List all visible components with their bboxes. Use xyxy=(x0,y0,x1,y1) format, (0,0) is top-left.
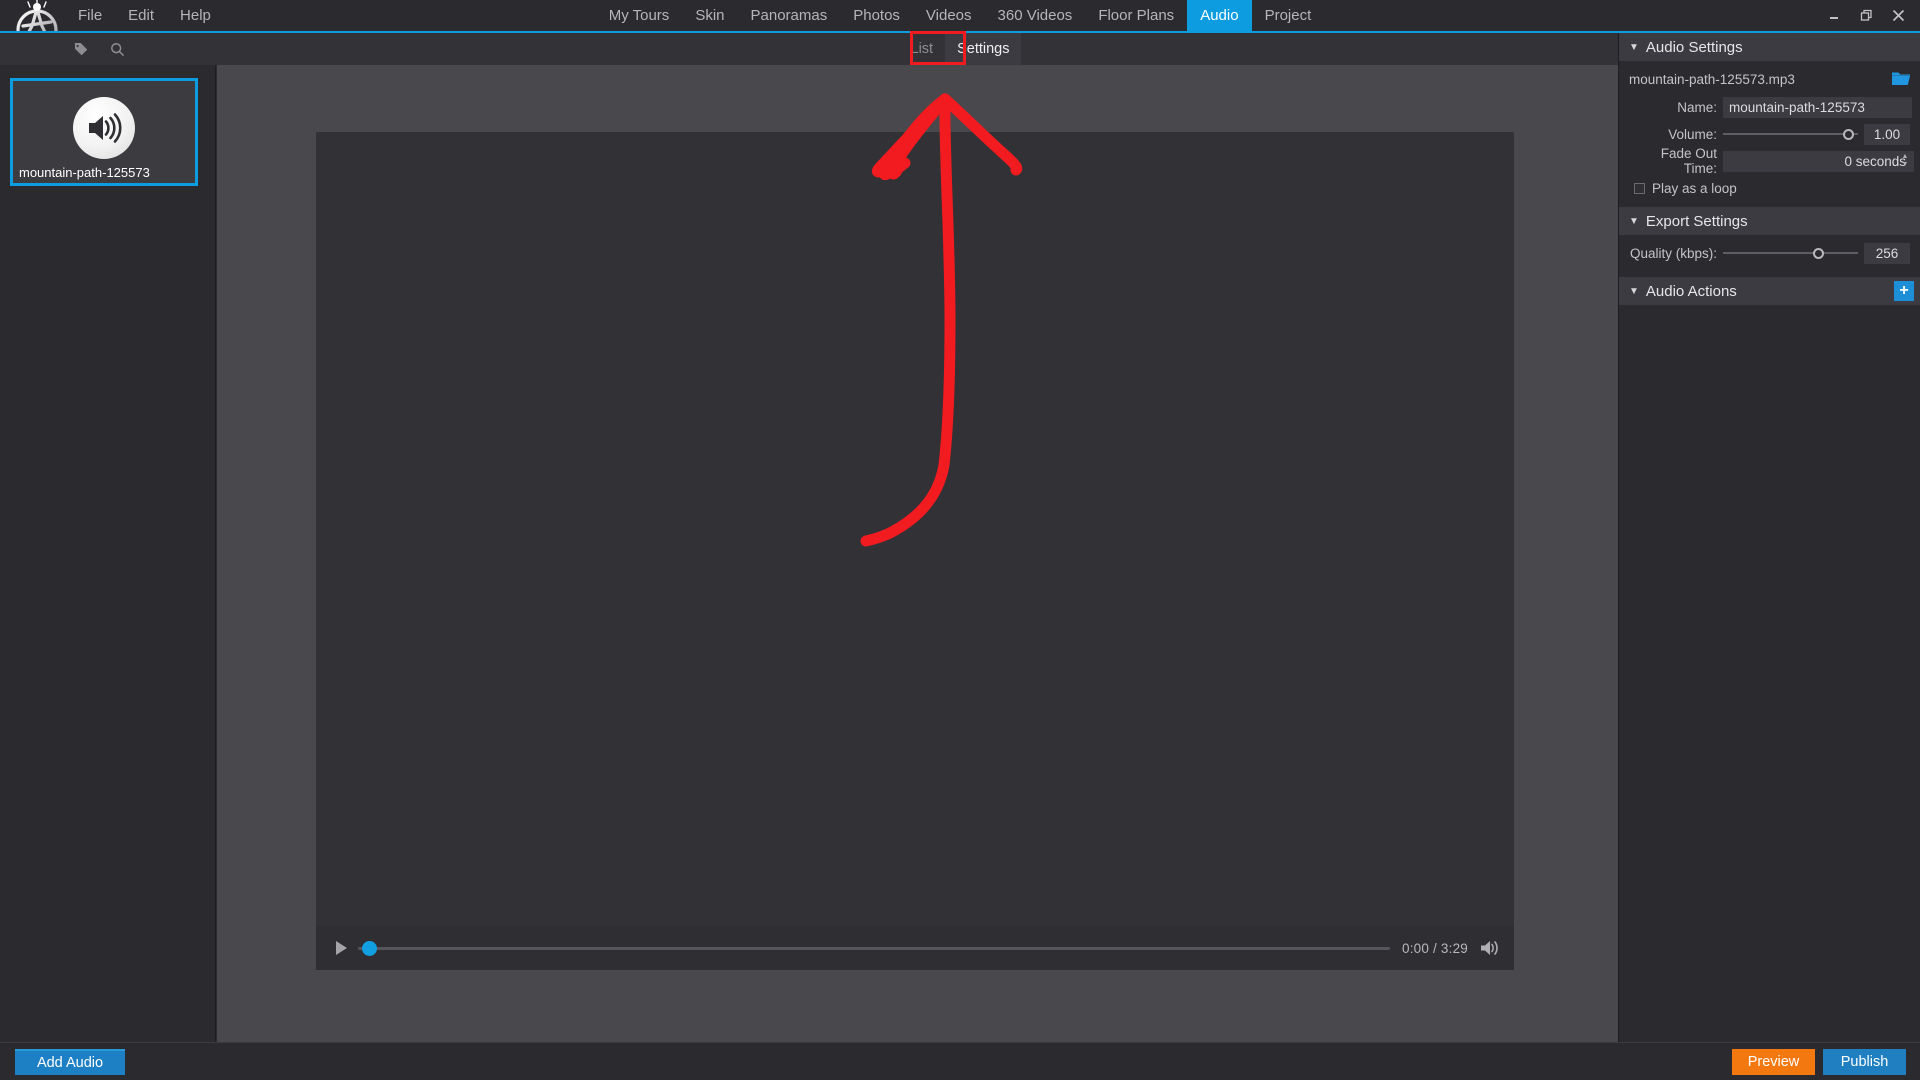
volume-label: Volume: xyxy=(1668,126,1717,142)
volume-icon[interactable] xyxy=(1478,936,1502,960)
volume-slider-track xyxy=(1723,133,1858,135)
folder-open-icon[interactable] xyxy=(1892,71,1910,87)
quality-slider[interactable] xyxy=(1723,243,1858,264)
volume-slider-handle[interactable] xyxy=(1842,128,1854,140)
quality-field-row: Quality (kbps): 256 xyxy=(1629,242,1910,264)
preview-button[interactable]: Preview xyxy=(1732,1049,1815,1075)
section-title: Export Settings xyxy=(1645,212,1748,230)
list-item-label: mountain-path-125573 xyxy=(19,165,150,180)
volume-field-row: Volume: 1.00 xyxy=(1629,123,1910,145)
volume-slider[interactable] xyxy=(1723,124,1858,145)
play-as-loop-row[interactable]: Play as a loop xyxy=(1629,177,1910,199)
chevron-down-icon[interactable]: ▼ xyxy=(1902,161,1909,169)
close-icon[interactable] xyxy=(1882,0,1914,31)
fade-out-label: Fade Out Time: xyxy=(1660,146,1717,176)
seek-handle[interactable] xyxy=(362,940,377,956)
quality-label: Quality (kbps): xyxy=(1629,245,1717,261)
play-as-loop-checkbox[interactable] xyxy=(1634,182,1645,194)
audio-player-panel: 0:00 / 3:29 xyxy=(316,132,1514,970)
fade-out-field-row: Fade Out Time: ▲ ▼ xyxy=(1629,146,1914,176)
chevron-up-icon[interactable]: ▲ xyxy=(1902,153,1909,161)
section-body-audio-settings: mountain-path-125573.mp3 Name: Volume: 1… xyxy=(1619,61,1920,207)
tab-photos[interactable]: Photos xyxy=(840,0,913,31)
audio-file-row: mountain-path-125573.mp3 xyxy=(1629,68,1910,90)
properties-panel: ▼ Audio Settings mountain-path-125573.mp… xyxy=(1618,33,1920,1042)
publish-button[interactable]: Publish xyxy=(1823,1049,1906,1075)
window-controls xyxy=(1818,0,1914,31)
seek-track xyxy=(358,946,1390,950)
bottom-toolbar: Add Audio Preview Publish xyxy=(0,1042,1920,1080)
sub-tab-settings[interactable]: Settings xyxy=(945,33,1022,65)
section-header-export-settings[interactable]: ▼ Export Settings xyxy=(1619,207,1920,235)
volume-value: 1.00 xyxy=(1864,123,1910,145)
play-as-loop-label: Play as a loop xyxy=(1652,180,1737,196)
name-label: Name: xyxy=(1677,99,1717,115)
list-item[interactable]: mountain-path-125573 xyxy=(10,78,198,186)
tab-my-tours[interactable]: My Tours xyxy=(596,0,683,31)
tab-videos[interactable]: Videos xyxy=(913,0,985,31)
chevron-down-icon: ▼ xyxy=(1629,41,1639,53)
tab-audio[interactable]: Audio xyxy=(1187,0,1252,31)
quality-slider-handle[interactable] xyxy=(1813,247,1825,259)
add-action-button[interactable]: + xyxy=(1894,281,1914,301)
section-header-audio-actions[interactable]: ▼ Audio Actions + xyxy=(1619,277,1920,305)
sub-tab-list[interactable]: List xyxy=(899,33,946,65)
player-controls: 0:00 / 3:29 xyxy=(316,926,1514,970)
name-field-row: Name: xyxy=(1629,96,1912,118)
chevron-down-icon: ▼ xyxy=(1629,215,1639,227)
title-bar: File Edit Help My Tours Skin Panoramas P… xyxy=(0,0,1920,51)
fade-out-input[interactable] xyxy=(1723,150,1914,172)
chevron-down-icon: ▼ xyxy=(1629,285,1639,297)
stepper-arrows-icon[interactable]: ▲ ▼ xyxy=(1900,151,1910,172)
time-display: 0:00 / 3:29 xyxy=(1401,940,1468,956)
section-title: Audio Settings xyxy=(1645,38,1743,56)
section-header-audio-settings[interactable]: ▼ Audio Settings xyxy=(1619,33,1920,61)
section-body-export-settings: Quality (kbps): 256 xyxy=(1619,235,1920,277)
speaker-icon xyxy=(73,97,135,159)
quality-slider-track xyxy=(1723,252,1858,254)
section-title: Audio Actions xyxy=(1645,282,1737,300)
tab-skin[interactable]: Skin xyxy=(682,0,737,31)
tab-project[interactable]: Project xyxy=(1252,0,1325,31)
audio-file-name: mountain-path-125573.mp3 xyxy=(1629,71,1795,87)
main-content-area: 0:00 / 3:29 xyxy=(217,65,1618,1042)
seek-bar[interactable] xyxy=(358,938,1390,958)
fade-out-stepper[interactable]: ▲ ▼ xyxy=(1723,150,1914,172)
minimize-icon[interactable] xyxy=(1818,0,1850,31)
application-window: File Edit Help My Tours Skin Panoramas P… xyxy=(0,0,1920,1080)
restore-icon[interactable] xyxy=(1850,0,1882,31)
tab-360-videos[interactable]: 360 Videos xyxy=(985,0,1086,31)
play-icon[interactable] xyxy=(328,935,354,961)
name-input[interactable] xyxy=(1723,96,1912,118)
tab-panoramas[interactable]: Panoramas xyxy=(738,0,841,31)
main-nav-tabs: My Tours Skin Panoramas Photos Videos 36… xyxy=(0,0,1920,31)
audio-list-sidebar: mountain-path-125573 xyxy=(0,65,216,1042)
add-audio-button[interactable]: Add Audio xyxy=(15,1049,125,1075)
tab-floor-plans[interactable]: Floor Plans xyxy=(1085,0,1187,31)
quality-value: 256 xyxy=(1864,242,1910,264)
